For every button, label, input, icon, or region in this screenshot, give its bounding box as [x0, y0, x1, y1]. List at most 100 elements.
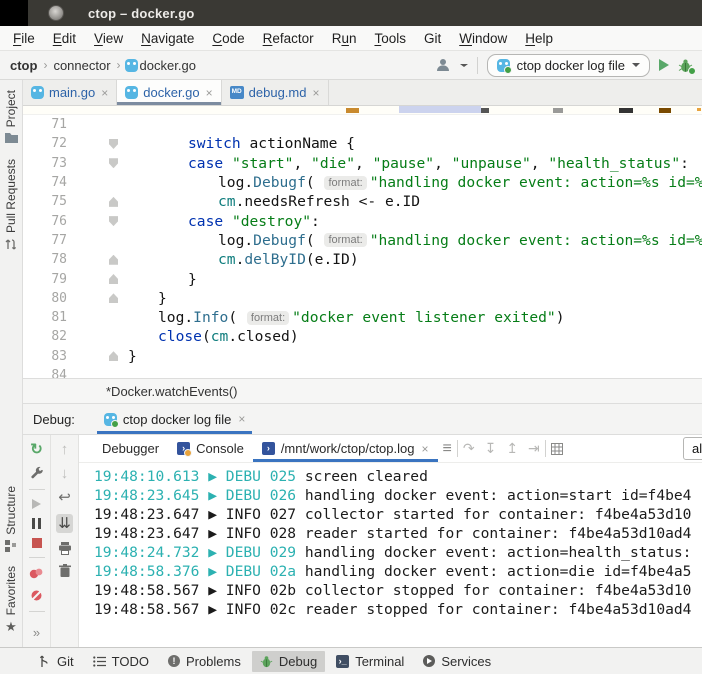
statusbar-todo[interactable]: TODO — [85, 651, 157, 672]
code-editor[interactable]: 7172switch actionName {73case "start", "… — [23, 115, 702, 378]
window-menu-button[interactable] — [48, 5, 64, 21]
window-title: ctop – docker.go — [88, 6, 195, 21]
scroll-to-end-button[interactable]: ⇊ — [56, 514, 73, 533]
fold-marker-icon[interactable] — [109, 351, 118, 361]
statusbar-label: Debug — [279, 654, 317, 669]
run-configuration-select[interactable]: ctop docker log file — [487, 54, 650, 77]
editor-tab-main.go[interactable]: main.go× — [23, 80, 117, 105]
services-icon — [423, 655, 435, 667]
log-level-filter-select[interactable]: all — [683, 437, 702, 460]
code-token: Info — [193, 309, 228, 326]
settings-wrench-button[interactable] — [30, 466, 44, 480]
code-token: cm — [218, 193, 236, 210]
log-message: collector started for container: f4be4a5… — [305, 506, 692, 525]
fold-marker-icon[interactable] — [109, 197, 118, 207]
fold-marker-icon[interactable] — [109, 158, 118, 168]
menu-code[interactable]: Code — [203, 29, 253, 48]
toolwindow-button-pull-requests[interactable]: Pull Requests — [4, 159, 18, 251]
code-token: . — [236, 251, 245, 268]
close-icon[interactable]: × — [206, 86, 213, 100]
menu-git[interactable]: Git — [415, 29, 450, 48]
breadcrumb-item[interactable]: ctop — [8, 58, 39, 73]
editor-tab-docker.go[interactable]: docker.go × — [117, 80, 221, 105]
soft-wrap-button[interactable]: ↩ — [58, 490, 71, 505]
close-icon[interactable]: × — [238, 412, 245, 426]
log-prefix: 19:48:23.647 ▶ INFO 027 — [94, 506, 305, 525]
log-message: screen cleared — [305, 468, 428, 487]
next-occurrence-button[interactable]: ↓ — [61, 466, 69, 481]
fold-marker-icon[interactable] — [109, 293, 118, 303]
menu-run[interactable]: Run — [323, 29, 366, 48]
stop-button[interactable] — [32, 538, 42, 548]
run-to-cursor-icon[interactable]: ⇥ — [523, 435, 545, 462]
code-line: 73case "start", "die", "pause", "unpause… — [23, 154, 702, 173]
code-token: "pause" — [373, 155, 435, 172]
menu-navigate[interactable]: Navigate — [132, 29, 203, 48]
menu-view[interactable]: View — [85, 29, 132, 48]
toolwindow-button-favorites[interactable]: Favorites★ — [4, 566, 18, 633]
debug-session-tab[interactable]: ctop docker log file × — [97, 404, 252, 434]
fold-marker-icon[interactable] — [109, 139, 118, 149]
step-over-icon[interactable]: ↷ — [458, 435, 480, 462]
menu-window[interactable]: Window — [450, 29, 516, 48]
log-line: 19:48:58.567 ▶ INFO 02c reader stopped f… — [94, 601, 702, 620]
statusbar-label: Terminal — [355, 654, 404, 669]
rerun-button[interactable]: ↻ — [30, 442, 43, 457]
line-number: 83 — [23, 349, 67, 364]
menu-file[interactable]: File — [4, 29, 44, 48]
debug-button[interactable] — [678, 58, 694, 73]
statusbar-services[interactable]: Services — [415, 651, 499, 672]
code-token — [223, 155, 232, 172]
statusbar-debug[interactable]: Debug — [252, 651, 325, 672]
fold-marker-icon[interactable] — [109, 216, 118, 226]
user-avatar-icon[interactable] — [435, 57, 451, 73]
statusbar-problems[interactable]: !Problems — [160, 651, 249, 672]
line-number: 75 — [23, 194, 67, 209]
menu-help[interactable]: Help — [516, 29, 562, 48]
breadcrumb-item[interactable]: docker.go — [138, 58, 198, 73]
fold-marker-icon[interactable] — [109, 274, 118, 284]
layout-grid-icon[interactable] — [546, 435, 568, 462]
breadcrumb-item[interactable]: connector — [51, 58, 112, 73]
go-icon — [125, 86, 138, 99]
code-token: : — [680, 155, 689, 172]
code-token: : — [311, 213, 320, 230]
toolwindow-button-structure[interactable]: Structure — [4, 486, 18, 552]
debug-tab-debugger[interactable]: Debugger — [93, 435, 168, 462]
navigation-toolbar: ctop›connector›docker.go ctop docker log… — [0, 51, 702, 80]
resume-button[interactable] — [32, 499, 41, 509]
close-icon[interactable]: × — [312, 86, 319, 100]
more-actions-button[interactable]: » — [33, 626, 40, 639]
menu-refactor[interactable]: Refactor — [254, 29, 323, 48]
statusbar-terminal[interactable]: ›_Terminal — [328, 651, 412, 672]
tab-label: docker.go — [143, 85, 199, 100]
print-button[interactable] — [58, 542, 72, 555]
pause-button[interactable] — [32, 518, 41, 529]
menu-edit[interactable]: Edit — [44, 29, 85, 48]
fold-marker-icon[interactable] — [109, 255, 118, 265]
view-breakpoints-button[interactable] — [29, 567, 44, 580]
debug-tab--mnt-work-ctop-ctop-log[interactable]: ›/mnt/work/ctop/ctop.log× — [253, 435, 438, 462]
user-dropdown-caret[interactable] — [460, 64, 468, 67]
go-icon — [31, 86, 44, 99]
log-output-pane[interactable]: 19:48:10.613 ▶ DEBU 025 screen cleared19… — [79, 463, 702, 647]
run-button[interactable] — [659, 59, 669, 71]
debug-tab-console[interactable]: ›Console — [168, 435, 253, 462]
statusbar-git[interactable]: Git — [30, 651, 82, 672]
menu-tools[interactable]: Tools — [365, 29, 415, 48]
close-icon[interactable]: × — [101, 86, 108, 100]
options-menu-icon[interactable]: ≡ — [438, 435, 457, 462]
step-out-icon[interactable]: ↥ — [501, 435, 523, 462]
line-number: 72 — [23, 136, 67, 151]
step-into-icon[interactable]: ↧ — [480, 435, 502, 462]
editor-tab-debug.md[interactable]: MDdebug.md× — [222, 80, 329, 105]
toolwindow-button-project[interactable]: Project — [4, 90, 18, 143]
mute-breakpoints-button[interactable] — [30, 589, 43, 602]
prev-occurrence-button[interactable]: ↑ — [61, 442, 69, 457]
clear-all-button[interactable] — [59, 564, 71, 577]
log-line: 19:48:58.376 ▶ DEBU 02a handling docker … — [94, 563, 702, 582]
code-token: "handling docker event: action=%s id=%s — [370, 174, 702, 191]
code-line: 72switch actionName { — [23, 134, 702, 153]
toolwindow-label: Favorites — [4, 566, 18, 615]
close-icon[interactable]: × — [421, 442, 428, 456]
